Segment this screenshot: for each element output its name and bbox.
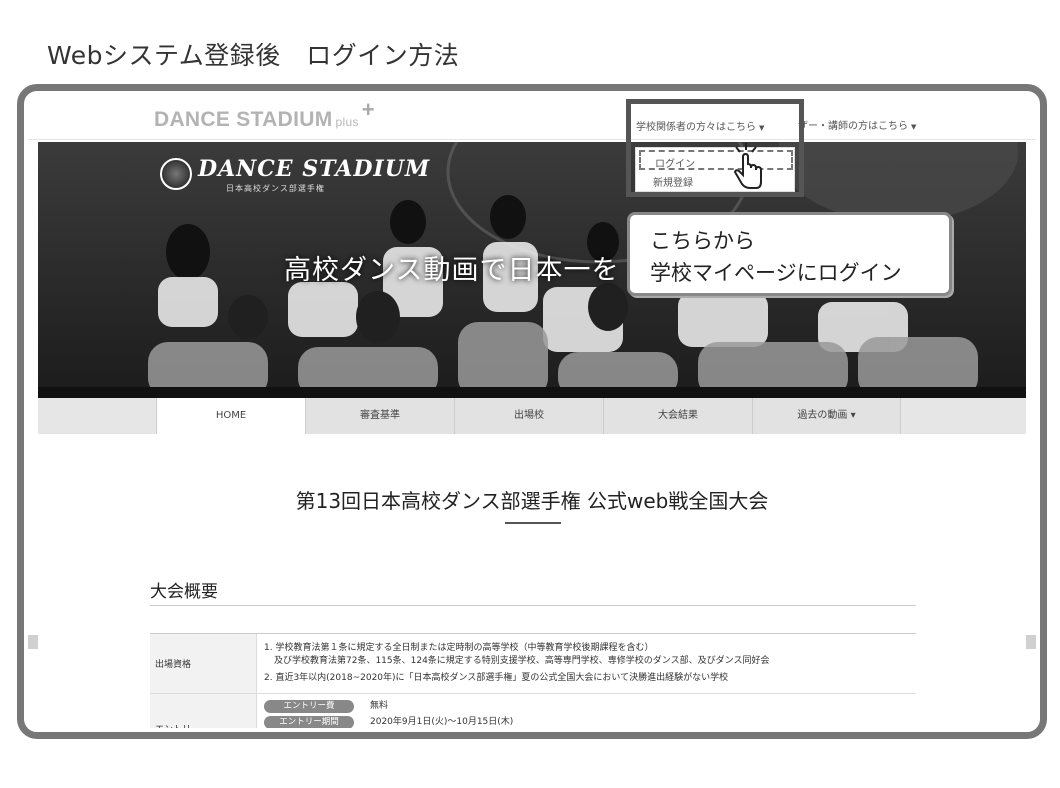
user-menu-label: ザー・講師の方はこちら [798,121,908,132]
site-header: DANCE STADIUM plus + 学校関係者の方々はこちら ▼ ザー・講師の方… [28,95,1036,140]
emblem-icon [160,158,192,190]
callout-line-2: 学校マイページにログイン [650,261,902,285]
row-label-entry: エントリー [150,694,257,728]
page-heading: Webシステム登録後 ログイン方法 [47,41,460,70]
entry-period-value: 2020年9月1日(火)〜10月15日(木) [370,717,514,727]
hero-logo-subtitle: 日本高校ダンス部選手権 [226,184,325,193]
row-value-eligibility: 1. 学校教育法第１条に規定する全日制または定時制の高等学校（中等教育学校後期課… [257,634,916,693]
site-logo[interactable]: DANCE STADIUM plus + [154,97,375,132]
user-menu-toggle[interactable]: ザー・講師の方はこちら ▼ [798,117,916,132]
title-underline [505,522,561,524]
hero-title: 高校ダンス動画で日本一を [284,255,620,286]
eligibility-line-3: 2. 直近3年以内(2018~2020年)に「日本高校ダンス部選手権」夏の公式全… [264,673,729,683]
table-row: 出場資格 1. 学校教育法第１条に規定する全日制または定時制の高等学校（中等教育… [150,634,916,694]
entry-fee-value: 無料 [370,701,389,711]
overview-table: 出場資格 1. 学校教育法第１条に規定する全日制または定時制の高等学校（中等教育… [150,633,916,728]
logo-plus: plus [335,115,359,129]
logo-plus-sign: + [361,97,375,122]
main-nav: HOME 審査基準 出場校 大会結果 過去の動画 ▾ [38,398,1026,434]
section-divider [150,605,916,606]
caret-down-icon: ▼ [911,123,917,131]
nav-past-videos[interactable]: 過去の動画 ▾ [752,398,901,434]
row-value-entry: エントリー費 無料 エントリー期間 2020年9月1日(火)〜10月15日(木) [257,694,916,728]
browser-viewport: DANCE STADIUM plus + 学校関係者の方々はこちら ▼ ザー・講師の方… [28,95,1036,728]
row-label-eligibility: 出場資格 [150,634,257,693]
entry-period-badge: エントリー期間 [264,716,354,728]
table-row: エントリー エントリー費 無料 エントリー期間 2020年9月1日(火)〜10月… [150,694,916,728]
logo-main: DANCE STADIUM [154,108,333,131]
nav-home[interactable]: HOME [156,398,305,434]
eligibility-line-1: 1. 学校教育法第１条に規定する全日制または定時制の高等学校（中等教育学校後期課… [264,643,654,653]
content-title: 第13回日本高校ダンス部選手権 公式web戦全国大会 [295,489,769,513]
nav-criteria[interactable]: 審査基準 [305,398,454,434]
nav-results[interactable]: 大会結果 [603,398,752,434]
entry-fee-badge: エントリー費 [264,700,354,713]
hero-logo: DANCE STADIUM [198,156,431,182]
highlight-box [626,99,804,197]
section-title: 大会概要 [150,582,218,602]
eligibility-line-2: 及び学校教育法第72条、115条、124条に規定する特別支援学校、高等専門学校、… [274,656,770,666]
screenshot-frame: DANCE STADIUM plus + 学校関係者の方々はこちら ▼ ザー・講師の方… [17,84,1047,739]
login-callout: こちらから 学校マイページにログイン [627,212,952,296]
pointer-hand-icon [733,143,762,189]
nav-schools[interactable]: 出場校 [454,398,603,434]
scroll-marker [28,635,38,649]
scroll-marker [1026,635,1036,649]
callout-line-1: こちらから [650,229,755,253]
